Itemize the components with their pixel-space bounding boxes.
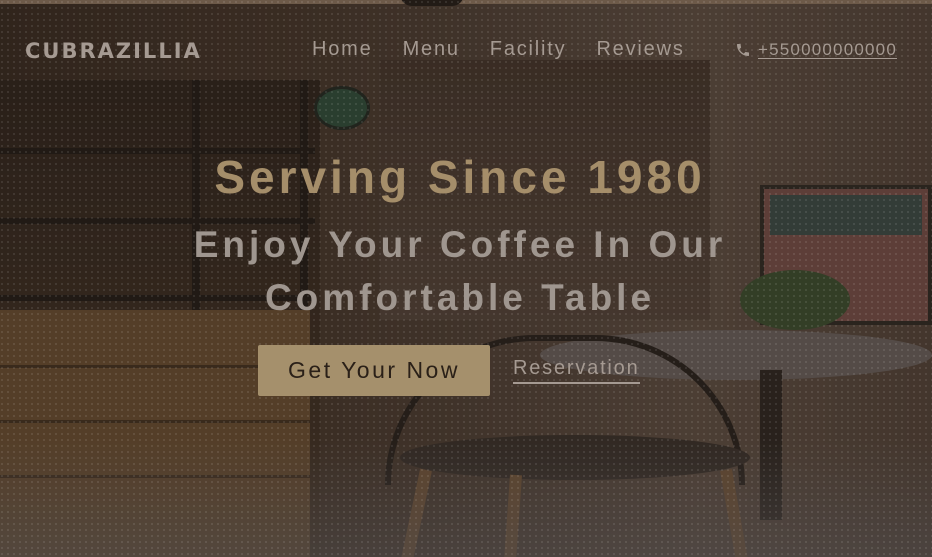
navbar: CUBRAZILLIA Home Menu Facility Reviews +…: [0, 0, 932, 100]
phone-icon: [737, 44, 749, 56]
phone-contact[interactable]: +550000000000: [735, 40, 897, 60]
nav-link-reviews[interactable]: Reviews: [596, 38, 684, 61]
get-your-now-button[interactable]: Get Your Now: [258, 345, 490, 396]
nav-link-menu[interactable]: Menu: [403, 38, 460, 61]
nav-links: Home Menu Facility Reviews: [312, 38, 715, 61]
hero-subline: Enjoy Your Coffee In Our Comfortable Tab…: [193, 224, 727, 318]
hero-headline: Serving Since 1980: [214, 151, 706, 203]
phone-number[interactable]: +550000000000: [758, 40, 897, 60]
nav-link-home[interactable]: Home: [312, 38, 373, 61]
brand-logo[interactable]: CUBRAZILLIA: [25, 39, 202, 63]
nav-link-facility[interactable]: Facility: [490, 38, 567, 61]
reservation-link[interactable]: Reservation: [513, 357, 640, 384]
